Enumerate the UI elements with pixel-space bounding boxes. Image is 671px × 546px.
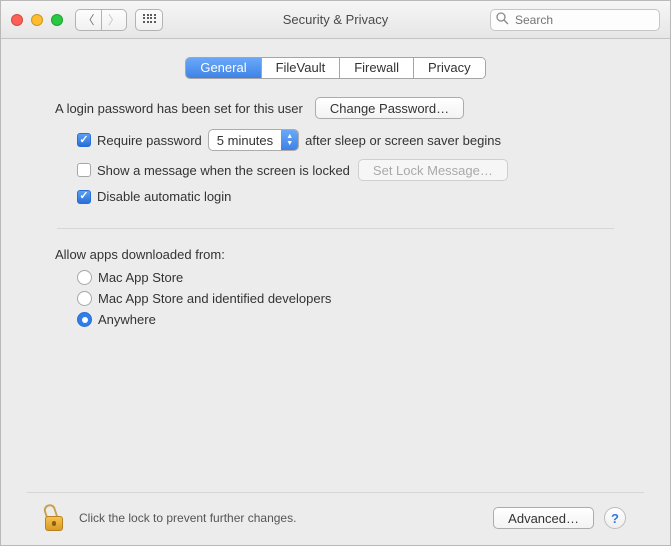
grid-icon xyxy=(143,14,155,26)
search-icon xyxy=(496,12,509,28)
login-password-row: A login password has been set for this u… xyxy=(55,97,614,119)
tab-general[interactable]: General xyxy=(186,58,261,78)
radio-anywhere[interactable] xyxy=(77,312,92,327)
forward-button[interactable]: 〉 xyxy=(101,9,127,31)
show-all-button[interactable] xyxy=(135,9,163,31)
preferences-window: 〈 〉 Security & Privacy General F xyxy=(0,0,671,546)
radio-row-mas-dev: Mac App Store and identified developers xyxy=(77,291,614,306)
show-message-checkbox[interactable] xyxy=(77,163,91,177)
disable-auto-login-checkbox[interactable] xyxy=(77,190,91,204)
lock-hint-text: Click the lock to prevent further change… xyxy=(79,511,296,525)
sleep-delay-select[interactable]: 5 minutes ▲▼ xyxy=(208,129,299,151)
close-window-button[interactable] xyxy=(11,14,23,26)
radio-mas-and-developers[interactable] xyxy=(77,291,92,306)
require-password-row: Require password 5 minutes ▲▼ after slee… xyxy=(77,129,614,151)
footer: Click the lock to prevent further change… xyxy=(27,492,644,545)
radio-row-anywhere: Anywhere xyxy=(77,312,614,327)
disable-auto-login-row: Disable automatic login xyxy=(77,189,614,204)
search-field-wrap xyxy=(490,9,660,31)
change-password-button[interactable]: Change Password… xyxy=(315,97,464,119)
allow-apps-heading: Allow apps downloaded from: xyxy=(55,247,225,262)
help-button[interactable]: ? xyxy=(604,507,626,529)
chevron-right-icon: 〉 xyxy=(108,11,120,28)
sleep-delay-value: 5 minutes xyxy=(209,133,281,148)
login-password-text: A login password has been set for this u… xyxy=(55,101,303,116)
stepper-icon: ▲▼ xyxy=(281,130,298,150)
search-input[interactable] xyxy=(490,9,660,31)
section-divider xyxy=(57,228,614,229)
titlebar: 〈 〉 Security & Privacy xyxy=(1,1,670,39)
content-area: General FileVault Firewall Privacy A log… xyxy=(1,39,670,545)
tab-bar: General FileVault Firewall Privacy xyxy=(27,57,644,79)
radio-mac-app-store[interactable] xyxy=(77,270,92,285)
allow-apps-heading-row: Allow apps downloaded from: xyxy=(55,247,614,262)
radio-row-mas: Mac App Store xyxy=(77,270,614,285)
show-message-label: Show a message when the screen is locked xyxy=(97,163,350,178)
general-section: A login password has been set for this u… xyxy=(27,97,644,333)
radio-anywhere-label: Anywhere xyxy=(98,312,156,327)
advanced-button[interactable]: Advanced… xyxy=(493,507,594,529)
tab-privacy[interactable]: Privacy xyxy=(414,58,485,78)
nav-buttons: 〈 〉 xyxy=(75,9,127,31)
after-sleep-text: after sleep or screen saver begins xyxy=(305,133,501,148)
radio-mas-label: Mac App Store xyxy=(98,270,183,285)
tab-filevault[interactable]: FileVault xyxy=(262,58,341,78)
require-password-checkbox[interactable] xyxy=(77,133,91,147)
show-message-row: Show a message when the screen is locked… xyxy=(77,159,614,181)
minimize-window-button[interactable] xyxy=(31,14,43,26)
chevron-left-icon: 〈 xyxy=(82,11,94,28)
radio-mas-dev-label: Mac App Store and identified developers xyxy=(98,291,331,306)
require-password-label: Require password xyxy=(97,133,202,148)
window-controls xyxy=(11,14,63,26)
disable-auto-login-label: Disable automatic login xyxy=(97,189,231,204)
zoom-window-button[interactable] xyxy=(51,14,63,26)
allow-apps-radio-group: Mac App Store Mac App Store and identifi… xyxy=(77,270,614,327)
tab-firewall[interactable]: Firewall xyxy=(340,58,414,78)
set-lock-message-button[interactable]: Set Lock Message… xyxy=(358,159,508,181)
back-button[interactable]: 〈 xyxy=(75,9,101,31)
lock-icon[interactable] xyxy=(45,505,67,531)
